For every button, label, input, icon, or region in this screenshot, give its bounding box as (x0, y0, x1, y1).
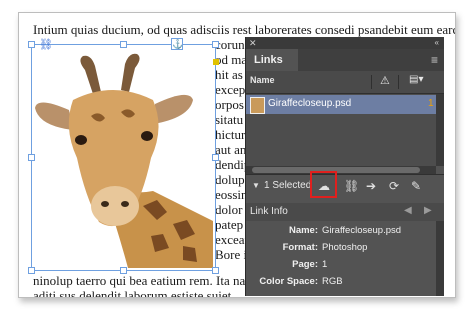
panel-menu-icon[interactable]: ≡ (431, 53, 438, 67)
link-thumbnail (250, 97, 265, 114)
link-chain-icon[interactable]: ⛓ (39, 38, 53, 51)
info-value: Photoshop (322, 242, 368, 253)
link-info-header: Link Info ◀ ▶ (246, 203, 444, 221)
link-row[interactable]: Giraffecloseup.psd 1 (246, 95, 436, 114)
info-label: Color Space: (259, 276, 318, 287)
disclosure-triangle-icon[interactable]: ▼ (252, 181, 260, 190)
column-name[interactable]: Name (250, 75, 275, 85)
frame-handle[interactable] (212, 41, 219, 48)
frame-handle[interactable] (212, 154, 219, 161)
panel-tabbar: Links ≡ (246, 49, 444, 71)
info-row-color-space: Color Space: RGB (246, 276, 436, 290)
body-text-line: Intium quias ducium, od quas adisciis re… (33, 22, 456, 37)
column-divider (398, 75, 399, 89)
link-page-number[interactable]: 1 (428, 98, 434, 109)
update-link-icon[interactable]: ⟳ (389, 179, 399, 193)
warning-icon[interactable]: ⚠ (380, 74, 390, 87)
list-vertical-scrollbar[interactable] (436, 94, 444, 166)
info-value: RGB (322, 276, 343, 287)
body-text-line: hit as (215, 67, 243, 82)
frame-handle[interactable] (28, 41, 35, 48)
info-value: Giraffecloseup.psd (322, 225, 402, 236)
info-label: Page: (292, 259, 318, 270)
body-text-line: eossin (215, 187, 248, 202)
body-text-line: Bore i (215, 247, 248, 262)
image-frame[interactable] (31, 44, 216, 271)
info-value: 1 (322, 259, 328, 270)
selected-count: 1 Selected (264, 180, 312, 191)
frame-handle[interactable] (120, 41, 127, 48)
body-text-line: ninolup taerro qui bea eatium rem. Ita n… (33, 273, 249, 288)
panel-titlebar: ✕ « (246, 37, 444, 49)
link-info-title: Link Info (250, 206, 288, 217)
body-text-line: corun (215, 37, 245, 52)
frame-handle[interactable] (120, 267, 127, 274)
body-text-line: exceat (215, 232, 249, 247)
text-wrap-handle[interactable] (213, 59, 219, 65)
anchor-icon[interactable]: ⚓ (171, 38, 183, 50)
edit-original-icon[interactable]: ✎ (411, 179, 421, 193)
body-text-line: od ma (215, 52, 248, 67)
links-list: Giraffecloseup.psd 1 (246, 94, 436, 166)
info-row-name: Name: Giraffecloseup.psd (246, 225, 436, 239)
body-text-line: aut an (215, 142, 247, 157)
highlight-box (310, 171, 337, 198)
info-scrollbar[interactable] (436, 221, 444, 296)
body-text-line: aditi sus delendit laborum estiste suiet (33, 288, 232, 298)
link-info-body: Name: Giraffecloseup.psd Format: Photosh… (246, 221, 436, 296)
body-text-line: patep (215, 217, 244, 232)
frame-handle[interactable] (212, 267, 219, 274)
collapse-icon[interactable]: « (435, 37, 439, 49)
relink-icon[interactable]: ⛓ (344, 179, 359, 193)
next-icon[interactable]: ▶ (424, 205, 432, 216)
links-toolbar: ▼ 1 Selected ☁ ⛓ ➔ ⟳ ✎ (246, 171, 444, 199)
info-label: Name: (288, 225, 318, 236)
list-horizontal-scrollbar[interactable] (246, 166, 436, 174)
frame-handle[interactable] (28, 267, 35, 274)
goto-link-icon[interactable]: ➔ (366, 179, 376, 193)
body-text-line: dolor (215, 202, 243, 217)
links-panel: ✕ « Links ≡ Name ⚠ ▤▾ Giraffecloseup.psd… (245, 37, 444, 296)
frame-handle[interactable] (28, 154, 35, 161)
body-text-line: hictur (215, 127, 246, 142)
tab-links[interactable]: Links (246, 49, 298, 71)
body-text-line: sitatu (215, 112, 244, 127)
info-row-format: Format: Photoshop (246, 242, 436, 256)
body-text-line: excep (215, 82, 246, 97)
link-filename: Giraffecloseup.psd (268, 98, 352, 109)
info-label: Format: (282, 242, 318, 253)
info-row-page: Page: 1 (246, 259, 436, 273)
close-icon[interactable]: ✕ (249, 37, 257, 49)
body-text-line: orpos (215, 97, 244, 112)
column-divider (371, 75, 372, 89)
column-header: Name ⚠ ▤▾ (246, 71, 444, 94)
body-text-line: dolup (215, 172, 245, 187)
page-icon[interactable]: ▤▾ (409, 74, 423, 85)
previous-icon[interactable]: ◀ (404, 205, 412, 216)
